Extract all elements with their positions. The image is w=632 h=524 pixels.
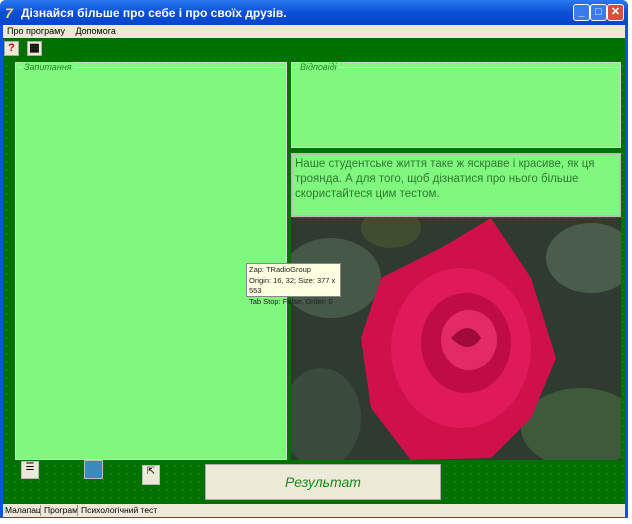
info-text: Наше студентське життя таке ж яскраве і … — [291, 153, 621, 217]
image-component-icon[interactable] — [84, 460, 103, 479]
answers-label: Відповіді — [298, 62, 339, 72]
window-title: Дізнайся більше про себе і про своїх дру… — [21, 6, 287, 20]
toolbar — [3, 38, 625, 58]
result-button[interactable]: Результат — [205, 464, 441, 500]
cursor-component-icon[interactable]: ⇱ — [142, 465, 160, 485]
app-icon: 7 — [5, 5, 13, 21]
menu-help[interactable]: Допомога — [71, 25, 119, 37]
minimize-button[interactable]: _ — [573, 4, 590, 21]
calendar-icon[interactable]: ▦ — [27, 41, 42, 56]
tooltip-line: Zap: TRadioGroup — [249, 265, 311, 274]
menu-bar: Про програму Допомога — [3, 25, 625, 38]
menu-about[interactable]: Про програму — [3, 25, 69, 37]
answers-group[interactable]: Відповіді — [291, 62, 621, 148]
title-bar: 7 Дізнайся більше про себе і про своїх д… — [0, 0, 628, 25]
rose-image — [291, 218, 621, 460]
close-button[interactable]: ✕ — [607, 4, 624, 21]
tooltip-line: Tab Stop: False; Order: 0 — [249, 296, 333, 306]
status-panel-3: Психологічний тест — [81, 505, 158, 515]
list-component-icon[interactable]: ☰ — [21, 461, 39, 479]
questions-label: Запитання — [22, 62, 74, 72]
status-panel-1: Малапащ — [5, 505, 41, 516]
status-panel-2: Програма — [44, 505, 78, 516]
questions-group[interactable]: Запитання — [15, 62, 287, 460]
help-icon[interactable]: ? — [4, 41, 19, 56]
status-bar: Малапащ Програма Психологічний тест — [3, 504, 625, 517]
tooltip-line: Origin: 16, 32; Size: 377 x 553 — [249, 275, 336, 296]
component-tooltip: Zap: TRadioGroup Origin: 16, 32; Size: 3… — [246, 263, 341, 306]
app-window: 7 Дізнайся більше про себе і про своїх д… — [0, 0, 628, 518]
maximize-button[interactable]: □ — [590, 4, 607, 21]
